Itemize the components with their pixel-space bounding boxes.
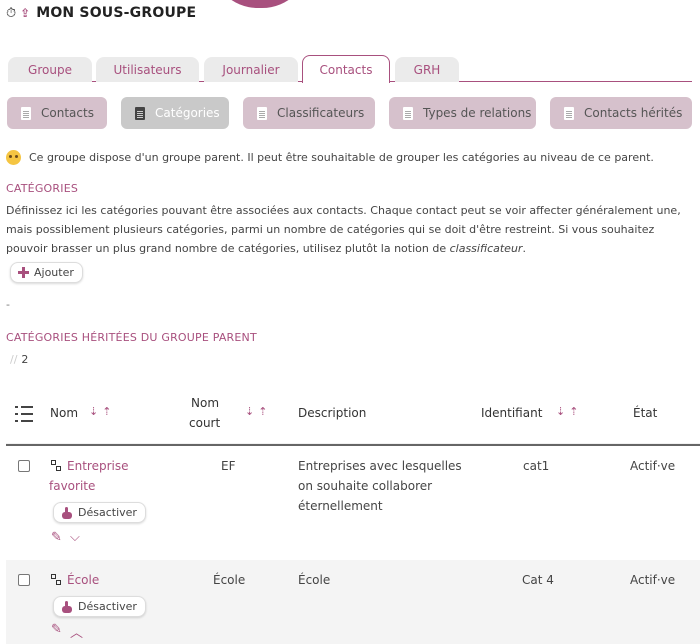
categories-description: Définissez ici les catégories pouvant êt…: [6, 201, 698, 258]
parent-group-notice: Ce groupe dispose d'un groupe parent. Il…: [6, 150, 654, 165]
deactivate-button[interactable]: Désactiver: [53, 502, 146, 523]
thinking-face-icon: [6, 150, 21, 165]
stopwatch-icon: ⏱: [6, 5, 17, 21]
category-name-link-cont[interactable]: favorite: [49, 476, 95, 496]
subtab-label: Types de relations: [423, 106, 532, 120]
table-row: Entreprise favorite EF Entreprises avec …: [6, 448, 700, 560]
state: Actif·ve: [630, 573, 676, 587]
column-nom: Nom: [50, 406, 79, 420]
notice-text: Ce groupe dispose d'un groupe parent. Il…: [29, 151, 654, 164]
table-row: École École École Cat 4 Actif·ve Désacti…: [6, 560, 700, 644]
categories-title: CATÉGORIES: [6, 182, 79, 195]
sort-arrows-icon[interactable]: ⇣⇡: [556, 405, 582, 418]
subtab-classificateurs[interactable]: Classificateurs: [243, 97, 375, 129]
inherited-categories-table: Nom ⇣⇡ Nom court ⇣⇡ Description Identifi…: [6, 383, 700, 644]
column-selector-icon[interactable]: [15, 406, 33, 422]
count-prefix: //: [10, 353, 18, 366]
chevron-down-icon[interactable]: ⌵: [70, 530, 80, 545]
document-icon: [403, 106, 413, 120]
subtab-label: Catégories: [155, 106, 220, 120]
add-label: Ajouter: [34, 266, 74, 279]
pointing-hand-icon: [62, 600, 72, 613]
subtab-label: Contacts hérités: [584, 106, 683, 120]
sort-arrows-icon[interactable]: ⇣⇡: [89, 405, 115, 418]
description-line: on souhaite collaborer: [298, 479, 433, 493]
description-text: Définissez ici les catégories pouvant êt…: [6, 204, 681, 255]
tab-grh[interactable]: GRH: [395, 57, 459, 82]
subtab-label: Contacts: [41, 106, 94, 120]
state: Actif·ve: [630, 459, 676, 473]
edit-icon[interactable]: ✎: [51, 530, 62, 545]
decorative-blob: [210, 0, 310, 8]
table-header: Nom ⇣⇡ Nom court ⇣⇡ Description Identifi…: [6, 383, 700, 446]
page-header: ⏱ ⇪ MON SOUS-GROUPE: [6, 5, 196, 21]
column-nom-court-line2: court: [189, 416, 221, 430]
chevron-up-icon[interactable]: ︿: [70, 622, 83, 641]
column-identifiant: Identifiant: [481, 406, 543, 420]
document-icon: [564, 106, 574, 120]
empty-categories-marker: -: [6, 298, 10, 311]
count-value: 2: [21, 353, 29, 366]
subtab-label: Classificateurs: [277, 106, 365, 120]
document-icon: [257, 106, 267, 120]
description-line: École: [298, 573, 331, 587]
short-name: École: [213, 573, 246, 587]
pointing-hand-icon: [62, 506, 72, 519]
column-nom-court-line1: Nom: [191, 396, 220, 410]
hierarchy-icon: [51, 460, 63, 472]
document-icon: [21, 106, 31, 120]
document-icon: [135, 106, 145, 120]
subtab-contacts[interactable]: Contacts: [7, 97, 107, 129]
subtab-categories[interactable]: Catégories: [121, 97, 229, 129]
row-checkbox[interactable]: [18, 574, 30, 586]
add-category-button[interactable]: Ajouter: [10, 262, 83, 283]
tab-utilisateurs[interactable]: Utilisateurs: [96, 57, 199, 82]
classificateur-term: classificateur: [449, 242, 523, 255]
row-checkbox[interactable]: [18, 460, 30, 472]
column-etat: État: [633, 406, 658, 420]
description-line: éternellement: [298, 499, 383, 513]
sort-arrows-icon[interactable]: ⇣⇡: [245, 405, 271, 418]
arrow-up-icon[interactable]: ⇪: [20, 6, 30, 20]
hierarchy-icon: [51, 574, 63, 586]
description-line: Entreprises avec lesquelles: [298, 459, 462, 473]
deactivate-label: Désactiver: [78, 600, 137, 613]
column-description: Description: [298, 406, 367, 420]
category-name-link[interactable]: Entreprise: [67, 456, 128, 476]
category-name-link[interactable]: École: [67, 570, 99, 590]
description-end: .: [522, 242, 526, 255]
identifier: Cat 4: [522, 573, 554, 587]
deactivate-button[interactable]: Désactiver: [53, 596, 146, 617]
inherited-count: //2: [10, 353, 28, 366]
main-tabs: Groupe Utilisateurs Journalier Contacts …: [8, 55, 692, 83]
tab-contacts[interactable]: Contacts: [302, 55, 390, 83]
identifier: cat1: [523, 459, 550, 473]
deactivate-label: Désactiver: [78, 506, 137, 519]
inherited-title: CATÉGORIES HÉRITÉES DU GROUPE PARENT: [6, 331, 257, 344]
subtab-types-relations[interactable]: Types de relations: [389, 97, 536, 129]
tab-groupe[interactable]: Groupe: [8, 57, 92, 82]
short-name: EF: [221, 459, 236, 473]
subtab-contacts-herites[interactable]: Contacts hérités: [550, 97, 692, 129]
edit-icon[interactable]: ✎: [51, 622, 62, 637]
plus-icon: [18, 267, 29, 278]
tab-journalier[interactable]: Journalier: [204, 57, 298, 82]
page-title: MON SOUS-GROUPE: [36, 5, 197, 21]
